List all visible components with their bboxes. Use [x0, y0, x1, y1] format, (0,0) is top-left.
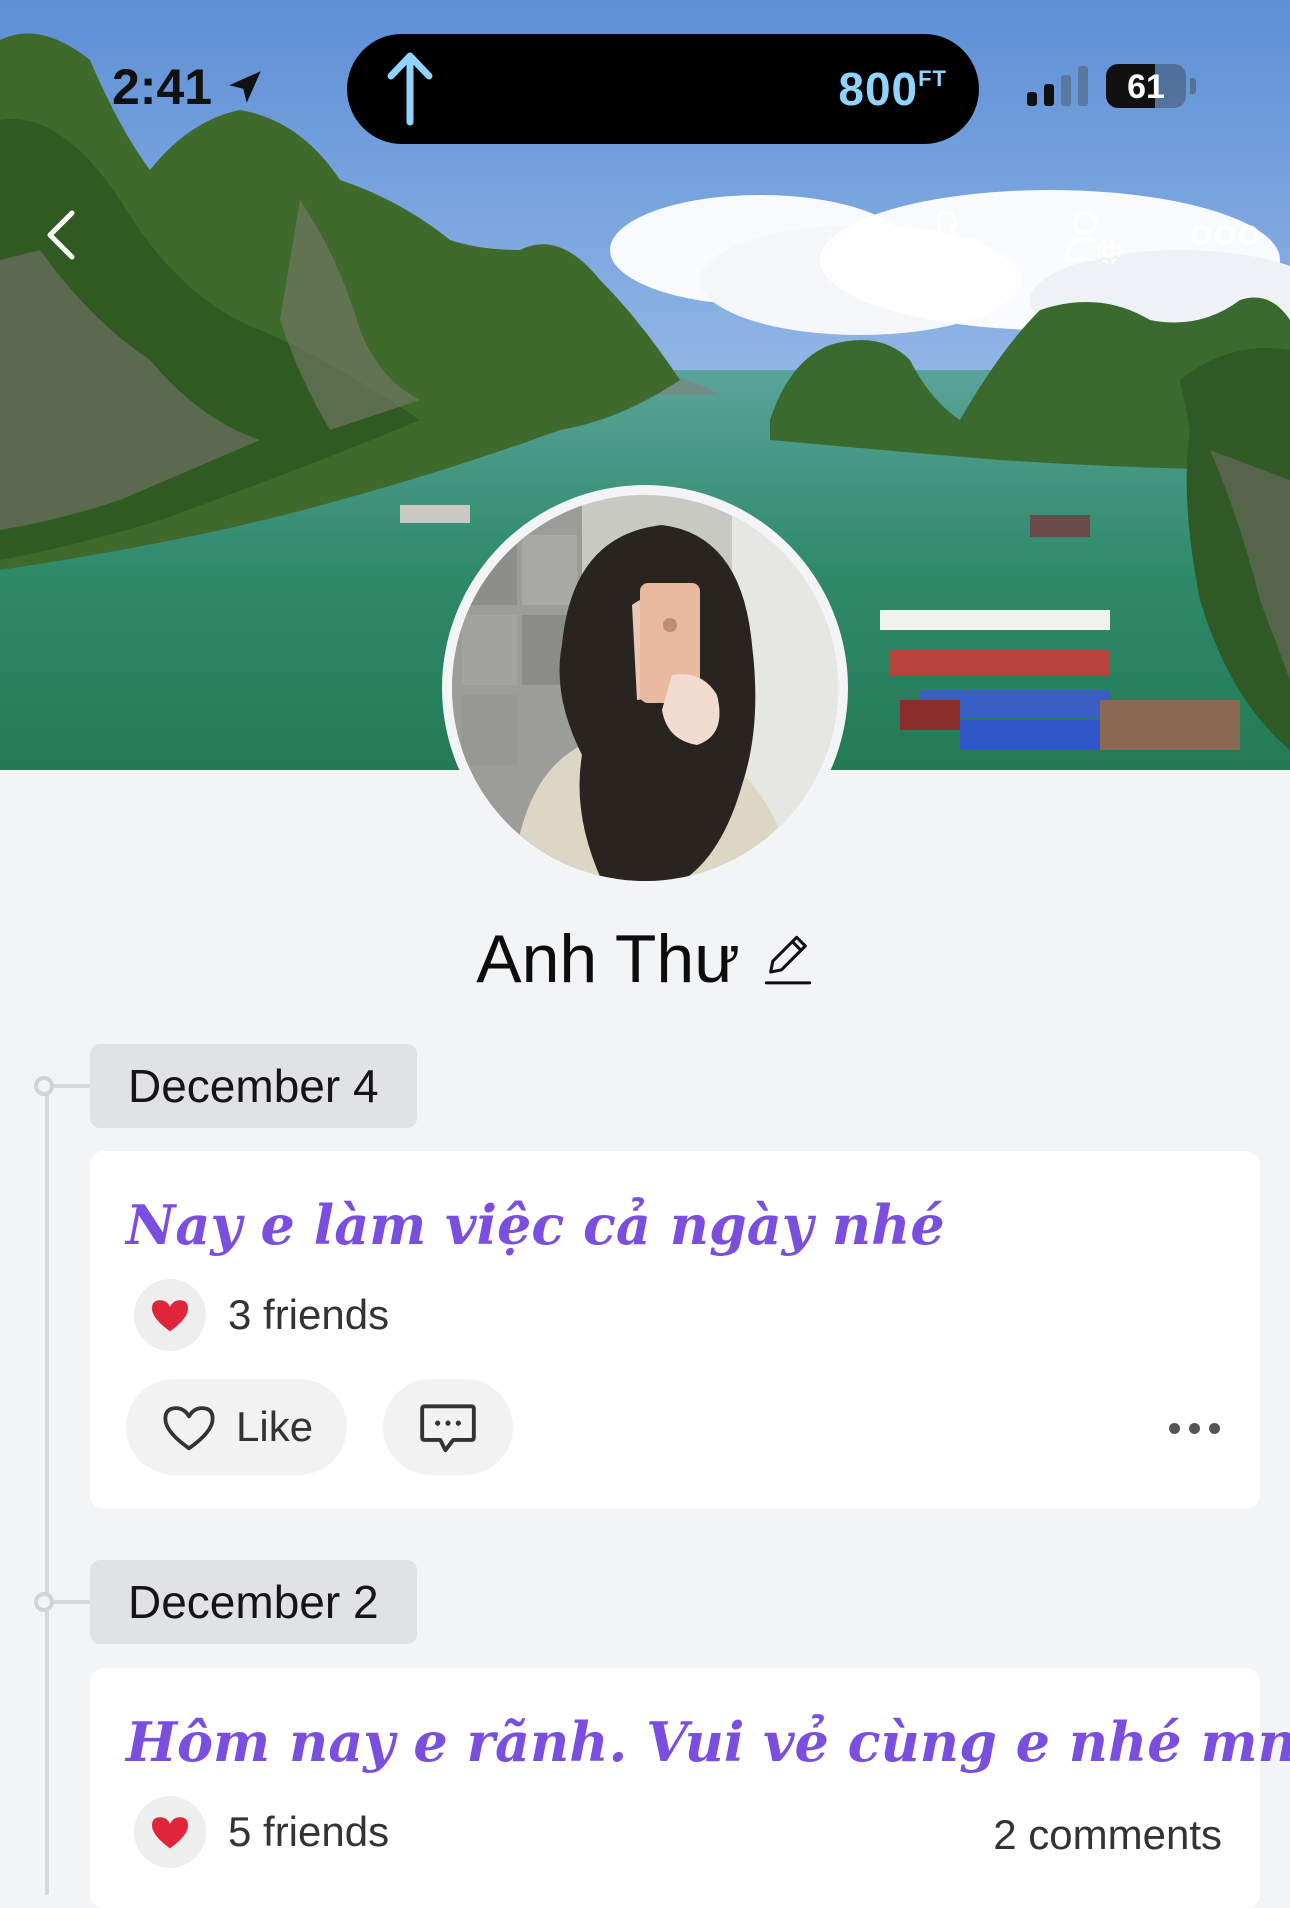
timeline-dot: [34, 1076, 54, 1096]
date-tag: December 2: [90, 1560, 417, 1644]
profile-name-row: Anh Thư: [0, 920, 1290, 998]
date-tag: December 4: [90, 1044, 417, 1128]
profile-settings-button[interactable]: [1060, 205, 1126, 272]
reaction-count: 5 friends: [228, 1808, 390, 1855]
post-more-button[interactable]: [1169, 1423, 1220, 1434]
profile-name: Anh Thư: [476, 921, 740, 997]
comments-count[interactable]: 2 comments: [993, 1811, 1222, 1859]
timeline-connector: [54, 1600, 92, 1604]
timeline-line: [45, 1086, 49, 1895]
like-button[interactable]: Like: [126, 1379, 348, 1475]
post-text: Hôm nay e rãnh. Vui vẻ cùng e nhé mn: [126, 1710, 1290, 1774]
post-card[interactable]: Nay e làm việc cả ngày nhé 3 friends Lik…: [90, 1151, 1260, 1509]
post-card[interactable]: Hôm nay e rãnh. Vui vẻ cùng e nhé mn 5 f…: [90, 1668, 1290, 1908]
comment-button[interactable]: [383, 1379, 513, 1475]
cellular-signal-icon: [1027, 66, 1088, 106]
timeline-connector: [54, 1084, 92, 1088]
more-dot-icon: [1169, 1423, 1180, 1434]
back-button[interactable]: [40, 205, 80, 270]
reaction-summary[interactable]: 3 friends: [134, 1279, 389, 1351]
status-time: 2:41: [112, 58, 266, 116]
arrow-up-icon: [387, 52, 433, 126]
altitude-readout: 800FT: [838, 63, 947, 115]
avatar-photo: [452, 495, 838, 881]
timeline-dot: [34, 1592, 54, 1612]
battery-tip: [1190, 78, 1196, 94]
reaction-count: 3 friends: [228, 1291, 390, 1338]
battery-percent: 61: [1127, 68, 1165, 106]
heart-reaction-icon: [134, 1796, 206, 1868]
location-arrow-icon: [229, 71, 261, 103]
edit-pencil-icon[interactable]: [762, 928, 814, 990]
status-time-text: 2:41: [112, 59, 213, 115]
dynamic-island: 800FT: [347, 34, 979, 144]
reaction-summary[interactable]: 5 friends: [134, 1796, 389, 1868]
chevron-left-icon: [47, 210, 75, 260]
phone-icon: [936, 210, 984, 260]
heart-reaction-icon: [134, 1279, 206, 1351]
heart-outline-icon: [163, 1406, 215, 1451]
avatar[interactable]: [442, 485, 848, 891]
more-options-button[interactable]: [1190, 220, 1260, 255]
user-gear-icon: [1065, 210, 1121, 264]
post-text: Nay e làm việc cả ngày nhé: [126, 1193, 945, 1257]
more-dot-icon: [1189, 1423, 1200, 1434]
more-dot-icon: [1209, 1423, 1220, 1434]
call-button[interactable]: [928, 205, 994, 272]
comment-bubble-icon: [420, 1404, 476, 1453]
like-label: Like: [236, 1403, 314, 1450]
battery-icon: 61: [1106, 64, 1186, 108]
more-horizontal-icon: [1191, 225, 1259, 245]
